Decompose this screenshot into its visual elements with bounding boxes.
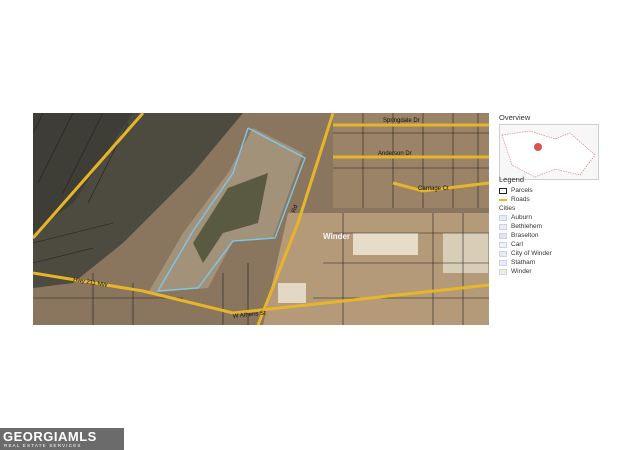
city-swatch (499, 232, 507, 239)
legend-title: Legend (499, 175, 525, 184)
parcels-swatch (499, 187, 507, 194)
overview-location-marker (534, 143, 542, 151)
brand-tagline: REAL ESTATE SERVICES (4, 443, 82, 448)
aerial-map[interactable]: Springdale Dr Anderson Dr Carriage Ct Hw… (33, 113, 489, 325)
roads-swatch (499, 198, 507, 201)
city-swatch (499, 268, 507, 275)
overview-title: Overview (499, 113, 531, 122)
overview-county-outline (501, 130, 596, 178)
city-swatch (499, 259, 507, 266)
legend-item-city: Bethlehem (499, 222, 609, 231)
map-canvas: Springdale Dr Anderson Dr Carriage Ct Hw… (33, 113, 489, 325)
label-carriage: Carriage Ct (418, 186, 449, 192)
legend-item-city: Winder (499, 267, 609, 276)
legend-label-city: Auburn (511, 214, 532, 221)
city-swatch (499, 241, 507, 248)
legend-item-city: Carl (499, 240, 609, 249)
city-swatch (499, 250, 507, 257)
city-swatch (499, 223, 507, 230)
building-small (278, 283, 306, 303)
georgia-mls-logo: GEORGIAMLS REAL ESTATE SERVICES (0, 428, 124, 450)
legend-item-parcels: Parcels (499, 186, 609, 195)
legend-panel: Legend Parcels Roads Cities Auburn Bethl… (499, 175, 609, 276)
city-label-winder: Winder (323, 232, 350, 241)
overview-panel: Overview (499, 113, 599, 180)
building-large (353, 233, 418, 255)
label-anderson: Anderson Dr (378, 151, 412, 157)
brand-name: GEORGIAMLS (3, 429, 97, 444)
legend-item-city: Statham (499, 258, 609, 267)
legend-item-city: Auburn (499, 213, 609, 222)
legend-label-city: Statham (511, 259, 536, 266)
overview-canvas (501, 130, 596, 178)
legend-label-parcels: Parcels (511, 187, 533, 194)
legend-label-city: Carl (511, 241, 523, 248)
building-east (443, 233, 488, 273)
legend-item-city: Braselton (499, 231, 609, 240)
legend-label-roads: Roads (511, 196, 530, 203)
city-swatch (499, 214, 507, 221)
legend-label-city: City of Winder (511, 250, 552, 257)
label-springdale: Springdale Dr (383, 118, 420, 124)
legend-city-list: Auburn Bethlehem Braselton Carl City of … (499, 213, 609, 276)
residential-northeast (333, 113, 489, 208)
legend-cities-title: Cities (499, 205, 516, 212)
legend-label-city: Winder (511, 268, 532, 275)
overview-map[interactable] (499, 124, 599, 180)
legend-label-city: Bethlehem (511, 223, 543, 230)
legend-item-city: City of Winder (499, 249, 609, 258)
legend-label-city: Braselton (511, 232, 539, 239)
legend-item-roads: Roads (499, 195, 609, 204)
